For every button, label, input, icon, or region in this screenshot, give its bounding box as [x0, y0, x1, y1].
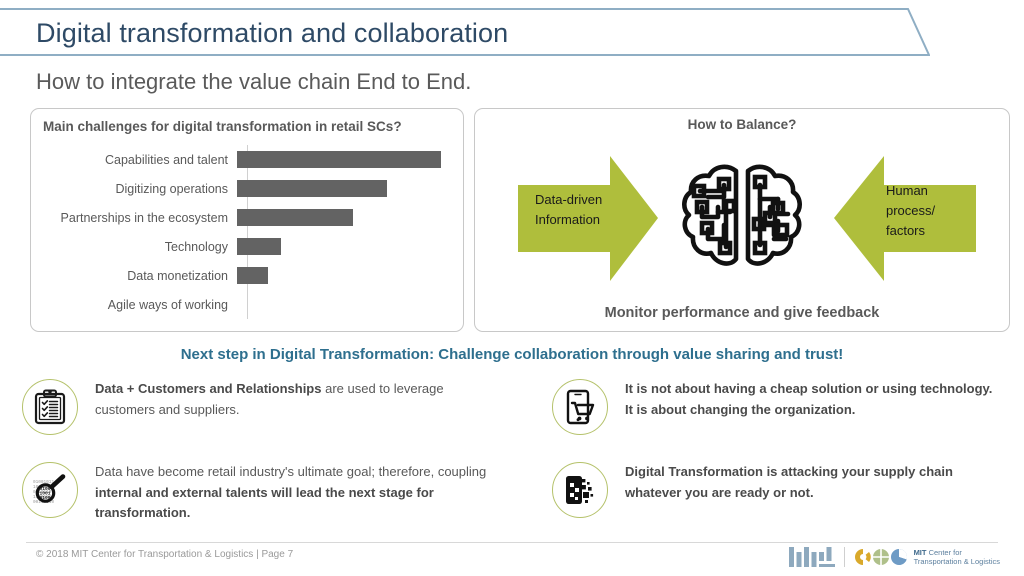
ctl-wordmark-line2: Transportation & Logistics: [913, 557, 1000, 566]
chart-row: Technology: [41, 232, 453, 261]
chart-track: [237, 145, 453, 174]
chart-bar: [237, 209, 353, 226]
svg-text:0100: 0100: [40, 495, 51, 501]
mit-logo-icon: [788, 547, 835, 567]
balance-title: How to Balance?: [687, 117, 797, 132]
logo-divider: [843, 547, 845, 567]
ctl-mit-bold: MIT: [913, 547, 927, 557]
chart-track: [237, 290, 453, 319]
ctl-circles-glyph: [854, 548, 907, 566]
chart-bar: [237, 267, 268, 284]
balance-panel: How to Balance? Data-driven Information: [474, 108, 1010, 332]
bullet-bold-mid: internal and external talents will lead …: [95, 484, 434, 521]
bullet-text: It is not about having a cheap solution …: [625, 379, 1002, 420]
chart-category-label: Capabilities and talent: [105, 152, 228, 167]
chart-track: [237, 232, 453, 261]
footer-logos: MIT Center for Transportation & Logistic…: [788, 544, 1000, 570]
mit-logo-glyph: [788, 547, 835, 567]
bullet-item: 01001011 10110010 01101101 11001010 0011…: [22, 462, 502, 524]
arrow-label-line: Human: [886, 183, 928, 198]
bullet-item: It is not about having a cheap solution …: [552, 379, 1002, 435]
phone-pixels-icon: [552, 462, 608, 518]
challenges-chart-panel: Main challenges for digital transformati…: [30, 108, 464, 332]
arrow-label-line: factors: [886, 223, 926, 238]
chart-track: [237, 174, 453, 203]
chart-track: [237, 203, 453, 232]
human-process-arrow-label: Human process/ factors: [886, 181, 972, 241]
chart-row: Digitizing operations: [41, 174, 453, 203]
chart-row: Capabilities and talent: [41, 145, 453, 174]
bullet-bold-all: Digital Transformation is attacking your…: [625, 464, 953, 500]
chart-bar: [237, 151, 442, 168]
bullet-item: Digital Transformation is attacking your…: [552, 462, 1002, 518]
ctl-circles-logo: [854, 548, 908, 566]
chart-row: Partnerships in the ecosystem: [41, 203, 453, 232]
magnifier-binary-glyph: 01001011 10110010 01101101 11001010 0011…: [33, 474, 66, 505]
next-step-banner: Next step in Digital Transformation: Cha…: [180, 346, 844, 363]
brain-circuit-glyph: [682, 164, 802, 266]
chart-category-label: Data monetization: [127, 268, 228, 283]
chart-category-label: Partnerships in the ecosystem: [60, 210, 228, 225]
arrow-label-line: Data-driven: [535, 192, 603, 207]
bullet-item: Data + Customers and Relationships are u…: [22, 379, 492, 435]
bullet-text: Digital Transformation is attacking your…: [625, 462, 1002, 503]
page-title: Digital transformation and collaboration: [36, 18, 509, 48]
footer-divider: [26, 542, 998, 543]
phone-cart-glyph: [566, 389, 595, 425]
bullet-plain-lead: Data have become retail industry's ultim…: [95, 464, 487, 479]
chart-row: Agile ways of working: [41, 290, 453, 319]
ctl-wordmark: MIT Center for Transportation & Logistic…: [914, 548, 1000, 567]
slide: Digital transformation and collaboration…: [0, 0, 1024, 576]
bullet-bold-lead: Data + Customers and Relationships: [95, 381, 322, 396]
monitor-feedback-text: Monitor performance and give feedback: [604, 305, 880, 321]
arrow-label-line: Information: [535, 212, 601, 227]
data-driven-arrow: Data-driven Information: [518, 156, 658, 281]
footer-copyright: © 2018 MIT Center for Transportation & L…: [36, 549, 294, 560]
phone-cart-icon: [552, 379, 608, 435]
chart-bar: [237, 238, 282, 255]
ctl-center-for: Center for: [926, 547, 962, 557]
brain-circuit-icon: [678, 159, 806, 277]
arrow-label-line: process/: [886, 203, 936, 218]
chart-row: Data monetization: [41, 261, 453, 290]
magnifier-binary-icon: 01001011 10110010 01101101 11001010 0011…: [22, 462, 78, 518]
ctl-wordmark-line1: MIT Center for: [914, 548, 1000, 558]
human-process-arrow: Human process/ factors: [834, 156, 976, 281]
chart-track: [237, 261, 453, 290]
page-subtitle: How to integrate the value chain End to …: [36, 69, 472, 94]
horizontal-bar-chart: Capabilities and talent Digitizing opera…: [41, 145, 453, 319]
clipboard-checklist-icon: [22, 379, 78, 435]
clipboard-checklist-glyph: [34, 389, 66, 425]
chart-category-label: Agile ways of working: [107, 297, 228, 312]
chart-bar: [237, 180, 387, 197]
phone-pixels-glyph: [566, 476, 594, 504]
chart-category-label: Digitizing operations: [115, 181, 228, 196]
bullet-bold-all: It is not about having a cheap solution …: [625, 381, 993, 417]
data-driven-arrow-label: Data-driven Information: [535, 190, 627, 230]
chart-category-label: Technology: [164, 239, 228, 254]
chart-title: Main challenges for digital transformati…: [43, 119, 402, 134]
bullet-text: Data + Customers and Relationships are u…: [95, 379, 492, 420]
bullet-text: Data have become retail industry's ultim…: [95, 462, 502, 524]
